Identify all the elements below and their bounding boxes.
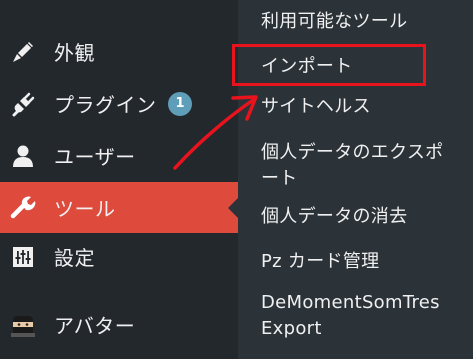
ninja-avatar-icon: [8, 310, 38, 340]
submenu-item-available-tools[interactable]: 利用可能なツール: [261, 9, 407, 35]
sliders-icon: [8, 242, 38, 272]
plug-icon: [8, 89, 38, 119]
menu-item-appearance[interactable]: 外観: [0, 26, 238, 77]
wrench-icon: [8, 193, 38, 223]
submenu-item-site-health[interactable]: サイトヘルス: [261, 94, 371, 120]
menu-item-tools[interactable]: ツール: [0, 182, 238, 233]
submenu-item-export-personal-data-wrap[interactable]: ート: [261, 166, 298, 192]
admin-sidebar-menu: 外観 プラグイン 1 ユーザー ツール 設定 アバター: [0, 0, 238, 359]
submenu-item-export-personal-data[interactable]: 個人データのエクスポ: [261, 140, 443, 166]
brush-icon: [8, 37, 38, 67]
menu-item-plugins[interactable]: プラグイン 1: [0, 78, 238, 129]
import-highlight-box: [232, 44, 426, 86]
menu-label-avatar: アバター: [54, 313, 136, 338]
submenu-item-demomentsomtres-export[interactable]: DeMomentSomTres: [261, 290, 440, 316]
plugin-update-count-badge: 1: [168, 91, 192, 116]
menu-label-users: ユーザー: [54, 144, 136, 169]
menu-item-users[interactable]: ユーザー: [0, 130, 238, 181]
menu-item-avatar[interactable]: アバター: [0, 299, 238, 350]
submenu-item-erase-personal-data[interactable]: 個人データの消去: [261, 204, 407, 230]
menu-label-settings: 設定: [54, 245, 95, 270]
active-menu-pointer: [228, 198, 238, 218]
submenu-item-pz-card-manager[interactable]: Pz カード管理: [261, 249, 379, 275]
submenu-item-demomentsomtres-export-wrap[interactable]: Export: [261, 316, 322, 342]
menu-label-appearance: 外観: [54, 40, 95, 65]
menu-item-settings[interactable]: 設定: [0, 231, 238, 282]
menu-label-tools: ツール: [54, 196, 116, 221]
menu-label-plugins: プラグイン: [54, 92, 157, 117]
user-icon: [8, 141, 38, 171]
